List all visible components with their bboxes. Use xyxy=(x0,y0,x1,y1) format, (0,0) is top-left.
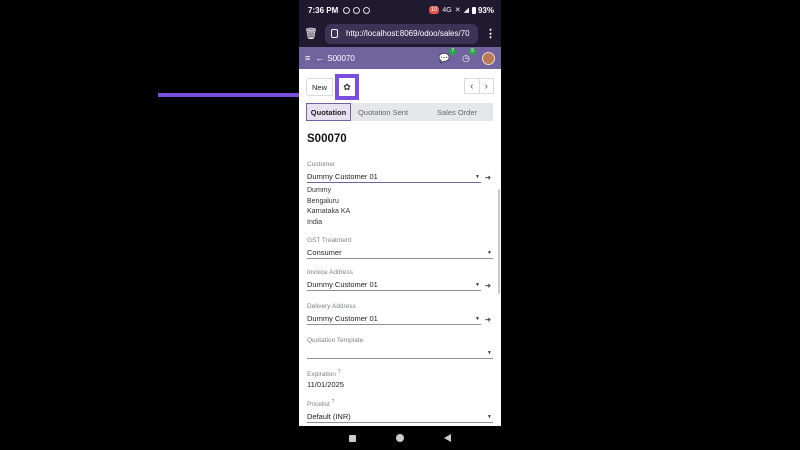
invoice-address-label: Invoice Address xyxy=(307,269,353,276)
help-tooltip-icon[interactable]: ? xyxy=(332,399,335,405)
dropdown-caret-icon: ▼ xyxy=(487,413,492,420)
vpn-icon xyxy=(353,6,361,14)
delivery-address-value: Dummy Customer 01 xyxy=(307,314,378,323)
help-tooltip-icon[interactable]: ? xyxy=(338,369,341,375)
invoice-open-record-icon[interactable]: ➔ xyxy=(485,281,491,290)
recents-icon[interactable] xyxy=(349,434,356,442)
record-pager: ‹ › xyxy=(464,78,494,94)
customer-open-record-icon[interactable]: ➔ xyxy=(485,173,491,182)
network-label: 4G xyxy=(442,6,452,14)
chat-icon: 💬 xyxy=(438,52,451,63)
new-button[interactable]: New xyxy=(306,78,333,96)
status-stage-bar: Quotation Quotation Sent Sales Order xyxy=(306,103,493,121)
odoo-navbar: ≡ ← S00070 💬 7 ◷ 5 xyxy=(299,47,501,69)
address-line: Bengaluru xyxy=(307,197,339,205)
invoice-address-value: Dummy Customer 01 xyxy=(307,280,378,289)
expiration-value: 11/01/2025 xyxy=(307,380,344,389)
gst-treatment-select[interactable]: Consumer ▼ xyxy=(307,247,493,259)
battery-percent: 93% xyxy=(477,5,494,15)
gear-icon: ✿ xyxy=(343,81,351,92)
battery-icon xyxy=(471,6,476,14)
activities-count: 5 xyxy=(469,47,476,55)
gst-treatment-label: GST Treatment xyxy=(307,237,352,244)
expiration-label: Expiration ? xyxy=(307,369,341,378)
user-avatar[interactable] xyxy=(482,51,495,65)
dropdown-caret-icon: ▼ xyxy=(487,349,492,356)
expiration-label-text: Expiration xyxy=(307,371,336,379)
pricelist-label: Pricelist ? xyxy=(307,399,334,408)
address-bar[interactable]: http://localhost:8069/odoo/sales/70 xyxy=(324,23,478,44)
back-arrow-icon[interactable]: ← xyxy=(315,53,324,63)
expiration-date-field[interactable]: 11/01/2025 xyxy=(307,379,493,391)
url-text: http://localhost:8069/odoo/sales/70 xyxy=(345,29,470,38)
invoice-address-field[interactable]: Dummy Customer 01 ▼ xyxy=(307,279,481,291)
hamburger-menu-icon[interactable]: ≡ xyxy=(305,53,310,63)
address-line: Dummy xyxy=(307,187,332,194)
control-panel: New ✿ ‹ › xyxy=(306,74,494,100)
stage-quotation-sent[interactable]: Quotation Sent xyxy=(351,103,411,121)
mute-icon: ✕ xyxy=(454,7,461,14)
breadcrumb-record[interactable]: S00070 xyxy=(327,54,355,63)
activities-button[interactable]: ◷ 5 xyxy=(462,47,476,64)
address-line: India xyxy=(307,218,323,226)
sync-icon xyxy=(363,6,371,14)
vertical-scrollbar[interactable] xyxy=(498,189,500,294)
signal-icon: ◢ xyxy=(463,7,469,14)
delivery-open-record-icon[interactable]: ➔ xyxy=(485,315,491,324)
pricelist-value: Default (INR) xyxy=(307,412,351,421)
site-info-icon[interactable] xyxy=(330,29,338,38)
customer-address: Dummy Bengaluru Karnataka KA India xyxy=(307,186,350,228)
screenshot-stage: 7:36 PM 10 4G ✕ ◢ 93% 🗑 http://localhost… xyxy=(0,0,800,450)
android-nav-bar xyxy=(299,426,501,450)
status-time: 7:36 PM xyxy=(308,5,339,15)
quotation-template-field[interactable]: ▼ xyxy=(307,347,493,359)
browser-toolbar: 🗑 http://localhost:8069/odoo/sales/70 ⋮ xyxy=(299,20,501,47)
clock-icon: ◷ xyxy=(462,52,470,63)
android-status-bar: 7:36 PM 10 4G ✕ ◢ 93% xyxy=(299,0,501,20)
pricelist-label-text: Pricelist xyxy=(307,401,330,409)
browser-menu-icon[interactable]: ⋮ xyxy=(485,27,496,40)
home-icon[interactable] xyxy=(396,434,404,442)
next-record-icon[interactable]: › xyxy=(478,79,494,93)
gst-treatment-value: Consumer xyxy=(307,248,342,257)
customer-field[interactable]: Dummy Customer 01 ▼ xyxy=(307,171,481,183)
delivery-address-label: Delivery Address xyxy=(307,303,356,310)
messages-button[interactable]: 💬 7 xyxy=(438,47,457,64)
actions-gear-button[interactable]: ✿ xyxy=(335,74,359,100)
form-view: New ✿ ‹ › Quotation Quotation Sent Sales… xyxy=(299,69,501,426)
dropdown-caret-icon: ▼ xyxy=(475,173,480,180)
pricelist-select[interactable]: Default (INR) ▼ xyxy=(307,411,493,423)
stage-quotation[interactable]: Quotation xyxy=(306,103,351,121)
dropdown-caret-icon: ▼ xyxy=(475,281,480,288)
notification-count-badge: 10 xyxy=(428,6,440,14)
customer-value: Dummy Customer 01 xyxy=(307,172,378,181)
back-icon[interactable] xyxy=(444,434,451,442)
delivery-address-field[interactable]: Dummy Customer 01 ▼ xyxy=(307,313,481,325)
dropdown-caret-icon: ▼ xyxy=(475,315,480,322)
battery-indicator: 93% xyxy=(471,5,494,15)
page-title: S00070 xyxy=(307,133,347,145)
dropdown-caret-icon: ▼ xyxy=(487,249,492,256)
quotation-template-label: Quotation Template xyxy=(307,337,364,344)
previous-record-icon[interactable]: ‹ xyxy=(465,79,479,93)
messages-count: 7 xyxy=(449,47,457,55)
location-icon xyxy=(343,6,351,14)
phone-screen: 7:36 PM 10 4G ✕ ◢ 93% 🗑 http://localhost… xyxy=(299,0,501,450)
stage-sales-order[interactable]: Sales Order xyxy=(411,103,493,121)
address-line: Karnataka KA xyxy=(307,208,351,215)
customer-label: Customer xyxy=(307,161,336,168)
trash-icon[interactable]: 🗑 xyxy=(304,27,318,40)
